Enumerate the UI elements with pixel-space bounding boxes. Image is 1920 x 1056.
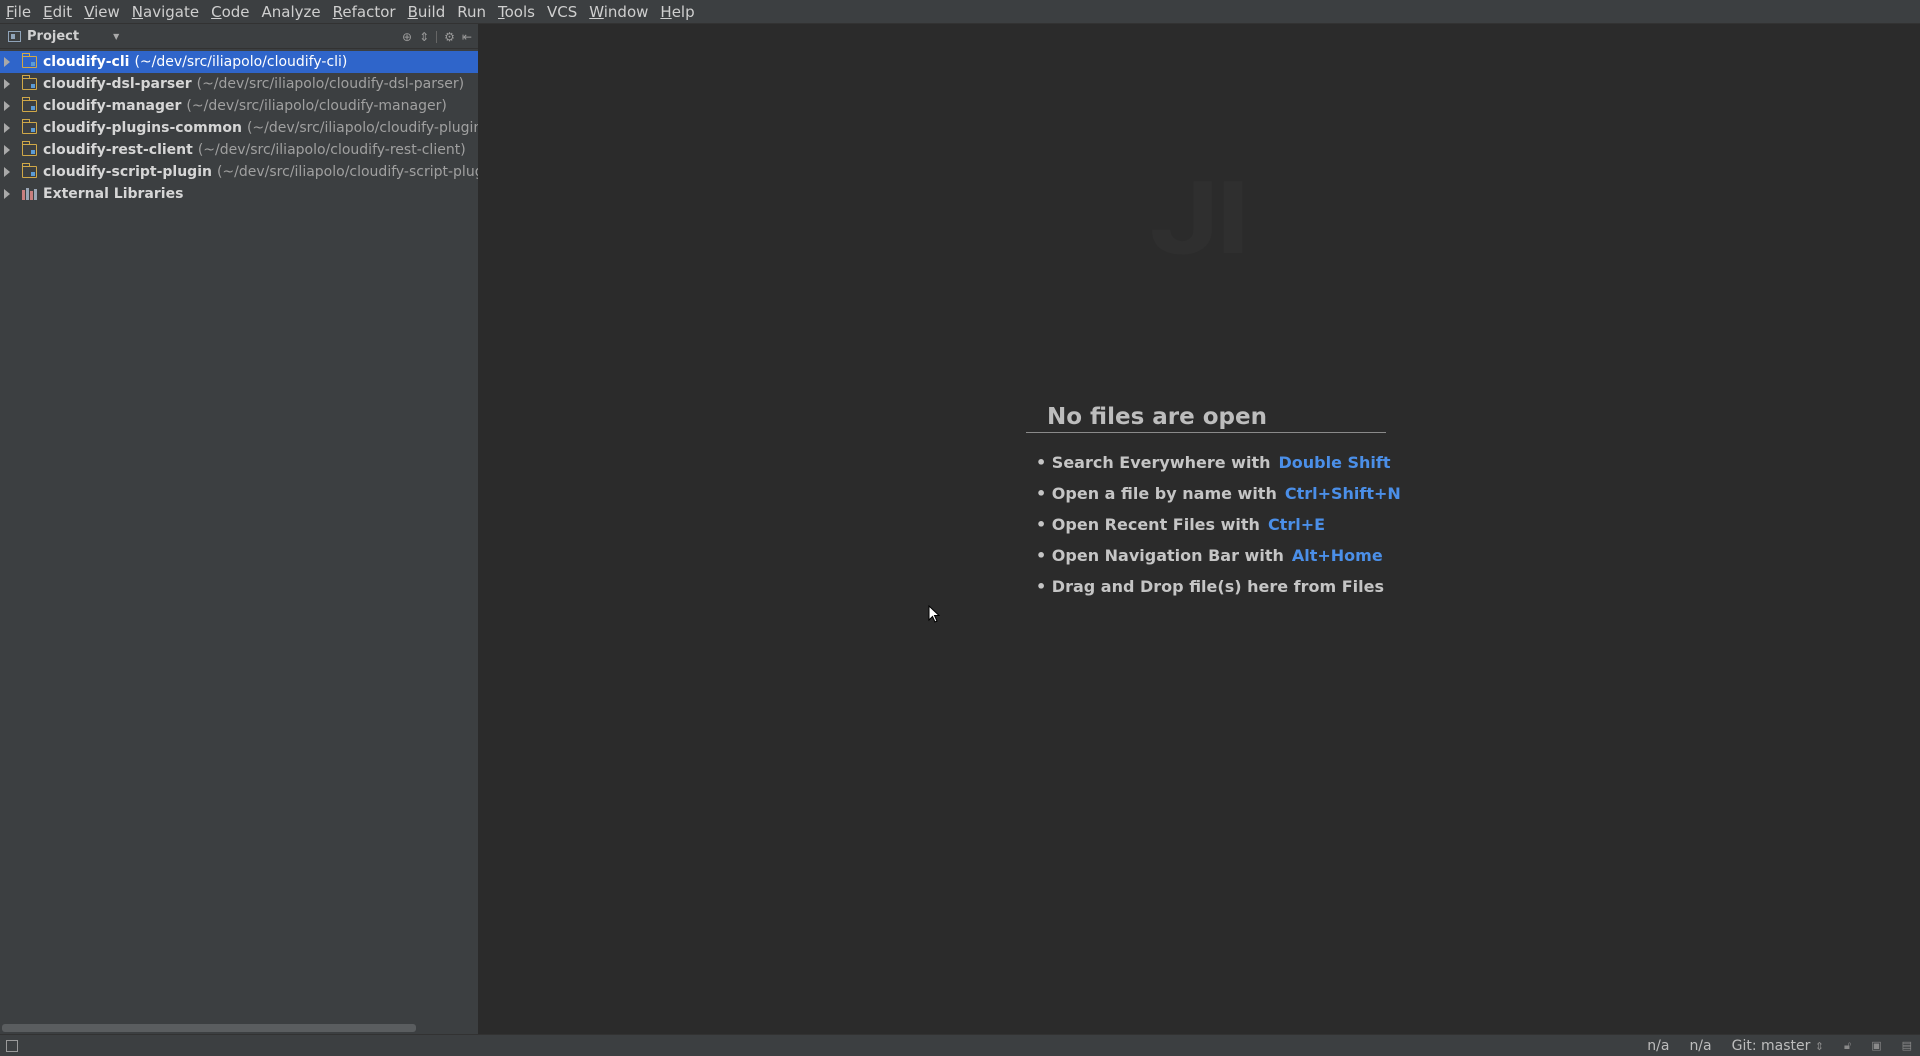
menu-refactor[interactable]: Refactor (327, 0, 402, 24)
expand-arrow-icon[interactable] (4, 167, 10, 177)
menu-vcs[interactable]: VCS (541, 0, 583, 24)
menu-edit[interactable]: Edit (37, 0, 78, 24)
shortcut-ctrl-shift-n: Ctrl+Shift+N (1284, 484, 1401, 503)
expand-arrow-icon[interactable] (4, 145, 10, 155)
menu-file[interactable]: File (0, 0, 37, 24)
caret-position[interactable]: n/a (1647, 1038, 1669, 1054)
expand-arrow-icon[interactable] (4, 57, 10, 67)
module-folder-icon (21, 53, 37, 68)
menu-run[interactable]: Run (451, 0, 492, 24)
project-panel-header[interactable]: Project ▼ ⊕ ⇕ ⚙ ⇤ (0, 24, 478, 49)
hint-navigation-bar: • Open Navigation Bar with Alt+Home (1036, 546, 1383, 565)
expand-arrow-icon[interactable] (4, 79, 10, 89)
module-folder-icon (21, 163, 37, 178)
toolbar-separator (436, 30, 438, 43)
tree-item-cloudify-script-plugin[interactable]: cloudify-script-plugin (~/dev/src/iliapo… (0, 161, 478, 183)
menu-bar: File Edit View Navigate Code Analyze Ref… (0, 0, 1920, 24)
panel-toolbar: ⊕ ⇕ ⚙ ⇤ (402, 24, 472, 49)
project-panel: Project ▼ ⊕ ⇕ ⚙ ⇤ cloudify-cli (~/dev/sr… (0, 24, 479, 1034)
tree-item-cloudify-dsl-parser[interactable]: cloudify-dsl-parser (~/dev/src/iliapolo/… (0, 73, 478, 95)
status-bar: n/a n/a Git: master ⇕ 🔓︎ ▣ ▤ (0, 1034, 1920, 1056)
ide-logo-icon: ᒍI (1148, 163, 1251, 277)
hint-recent-files: • Open Recent Files with Ctrl+E (1036, 515, 1326, 534)
menu-navigate[interactable]: Navigate (126, 0, 205, 24)
shortcut-alt-home: Alt+Home (1291, 546, 1383, 565)
menu-help[interactable]: Help (654, 0, 700, 24)
project-icon (8, 30, 21, 42)
tree-item-cloudify-cli[interactable]: cloudify-cli (~/dev/src/iliapolo/cloudif… (0, 51, 478, 73)
event-log-icon[interactable]: ▤ (1902, 1039, 1912, 1052)
module-folder-icon (21, 97, 37, 112)
menu-analyze[interactable]: Analyze (256, 0, 327, 24)
status-right: n/a n/a Git: master ⇕ 🔓︎ ▣ ▤ (1647, 1038, 1920, 1054)
menu-window[interactable]: Window (583, 0, 654, 24)
lock-icon[interactable]: 🔓︎ (1844, 1039, 1851, 1053)
menu-build[interactable]: Build (402, 0, 452, 24)
menu-tools[interactable]: Tools (492, 0, 541, 24)
library-icon (22, 188, 37, 200)
module-folder-icon (21, 75, 37, 90)
toggle-tool-windows-icon[interactable] (6, 1039, 18, 1052)
collapse-all-icon[interactable]: ⇕ (419, 30, 429, 44)
shortcut-ctrl-e: Ctrl+E (1267, 515, 1326, 534)
git-branch[interactable]: Git: master ⇕ (1732, 1038, 1824, 1054)
menu-view[interactable]: View (78, 0, 126, 24)
shortcut-double-shift: Double Shift (1278, 453, 1391, 472)
branch-switch-icon: ⇕ (1814, 1039, 1825, 1053)
chevron-down-icon[interactable]: ▼ (113, 32, 119, 41)
hint-search-everywhere: • Search Everywhere with Double Shift (1036, 453, 1391, 472)
hide-panel-icon[interactable]: ⇤ (462, 30, 472, 44)
scroll-from-source-icon[interactable]: ⊕ (402, 30, 412, 44)
gear-icon[interactable]: ⚙ (444, 30, 455, 44)
menu-code[interactable]: Code (205, 0, 255, 24)
module-folder-icon (21, 141, 37, 156)
hint-open-file: • Open a file by name with Ctrl+Shift+N (1036, 484, 1401, 503)
expand-arrow-icon[interactable] (4, 189, 10, 199)
line-separator[interactable]: n/a (1689, 1038, 1711, 1054)
hint-drag-and-drop: • Drag and Drop file(s) here from Files (1036, 577, 1385, 596)
horizontal-scrollbar[interactable] (2, 1024, 416, 1032)
project-panel-title: Project (27, 28, 80, 44)
tree-item-cloudify-plugins-common[interactable]: cloudify-plugins-common (~/dev/src/iliap… (0, 117, 478, 139)
tree-item-cloudify-manager[interactable]: cloudify-manager (~/dev/src/iliapolo/clo… (0, 95, 478, 117)
project-tree: cloudify-cli (~/dev/src/iliapolo/cloudif… (0, 49, 478, 205)
expand-arrow-icon[interactable] (4, 123, 10, 133)
tree-item-external-libraries[interactable]: External Libraries (0, 183, 478, 205)
no-files-title: No files are open (1026, 404, 1386, 433)
expand-arrow-icon[interactable] (4, 101, 10, 111)
module-folder-icon (21, 119, 37, 134)
empty-editor-hints: No files are open • Search Everywhere wi… (1026, 404, 1401, 602)
inspector-icon[interactable]: ▣ (1871, 1039, 1881, 1052)
tree-item-cloudify-rest-client[interactable]: cloudify-rest-client (~/dev/src/iliapolo… (0, 139, 478, 161)
mouse-cursor-icon (928, 604, 941, 627)
